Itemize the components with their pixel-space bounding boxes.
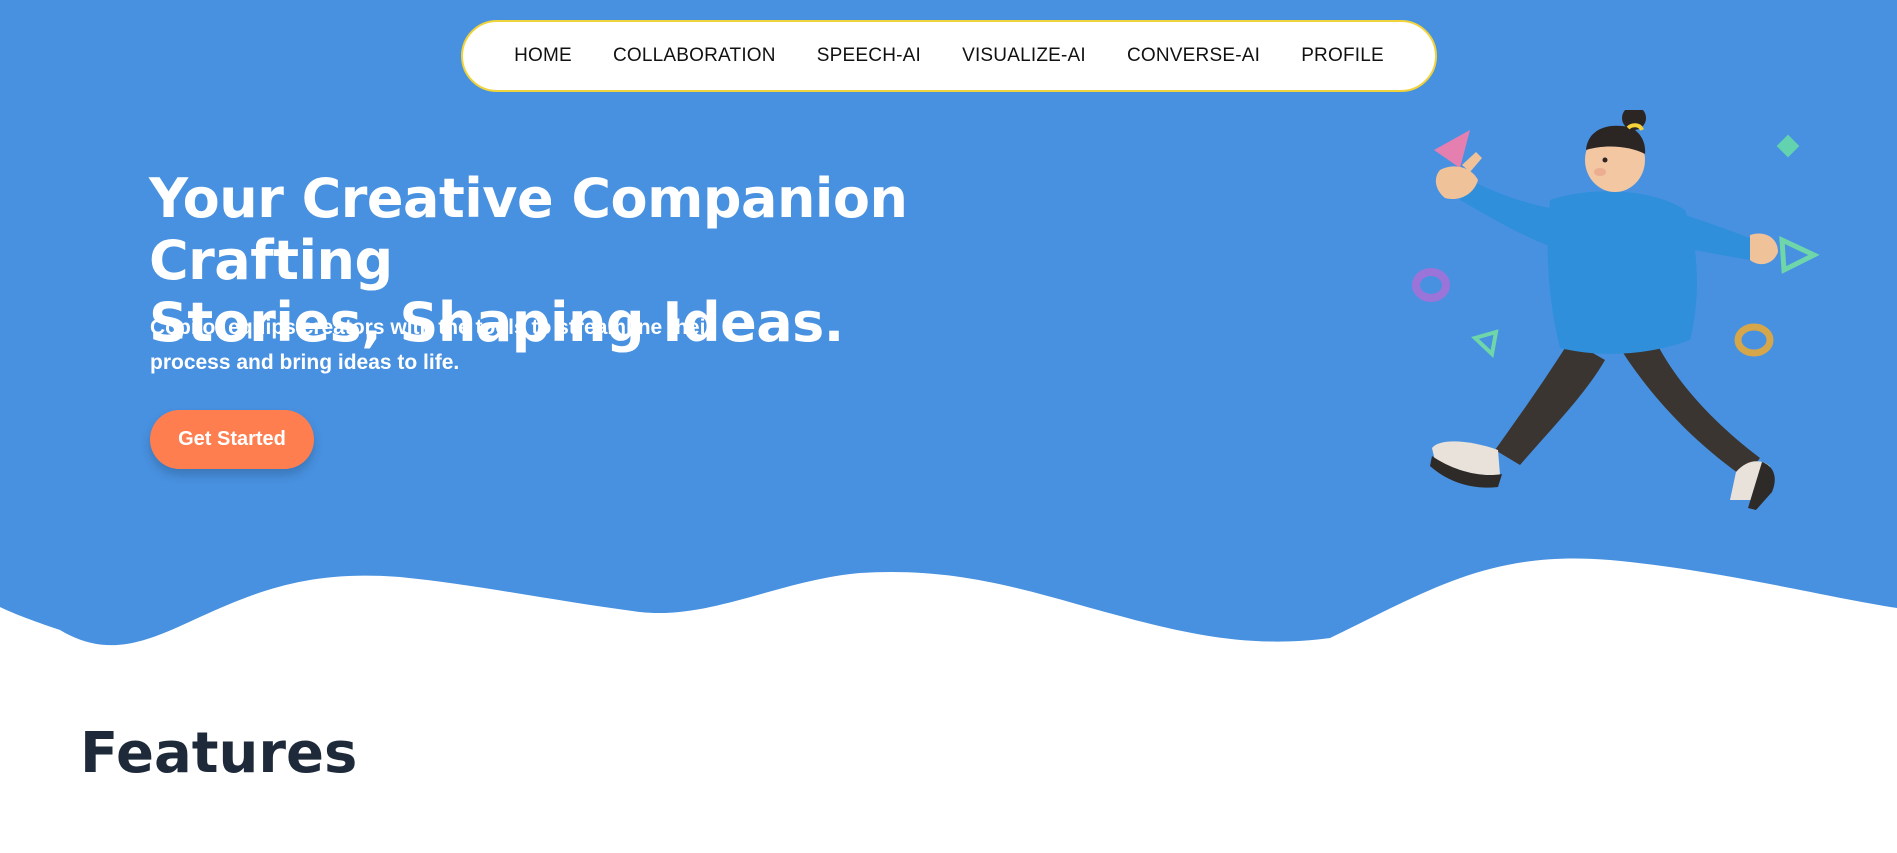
hero-subtitle: Copilot equips creators with the tools t… xyxy=(150,310,770,380)
teal-diamond-icon xyxy=(1776,134,1800,158)
features-heading: Features xyxy=(80,721,358,786)
eye xyxy=(1602,157,1608,163)
top-navigation: HOME COLLABORATION SPEECH-AI VISUALIZE-A… xyxy=(461,20,1437,92)
hero-title-line-1: Your Creative Companion Crafting xyxy=(149,167,908,292)
gold-ring-icon xyxy=(1734,323,1774,357)
right-hand xyxy=(1750,233,1778,265)
pink-triangle-icon xyxy=(1434,130,1470,168)
nav-item-home[interactable]: HOME xyxy=(514,45,572,67)
get-started-button[interactable]: Get Started xyxy=(150,410,314,469)
cheek-blush xyxy=(1594,168,1606,176)
landing-page: HOME COLLABORATION SPEECH-AI VISUALIZE-A… xyxy=(0,0,1897,853)
walking-person-illustration xyxy=(1412,110,1820,510)
nav-item-collaboration[interactable]: COLLABORATION xyxy=(613,45,776,67)
hero-subtitle-line-1: Copilot equips creators with the tools t… xyxy=(150,316,714,339)
hero-subtitle-line-2: process and bring ideas to life. xyxy=(150,351,460,374)
nav-item-visualize-ai[interactable]: VISUALIZE-AI xyxy=(962,45,1086,67)
purple-ring-icon xyxy=(1412,268,1450,302)
back-leg xyxy=(1495,340,1605,465)
green-triangle-icon xyxy=(1779,235,1820,274)
nav-item-speech-ai[interactable]: SPEECH-AI xyxy=(817,45,921,67)
nav-item-converse-ai[interactable]: CONVERSE-AI xyxy=(1127,45,1260,67)
green-small-triangle-icon xyxy=(1471,329,1499,358)
nav-item-profile[interactable]: PROFILE xyxy=(1301,45,1384,67)
front-leg xyxy=(1615,340,1760,478)
left-arm xyxy=(1460,180,1560,250)
